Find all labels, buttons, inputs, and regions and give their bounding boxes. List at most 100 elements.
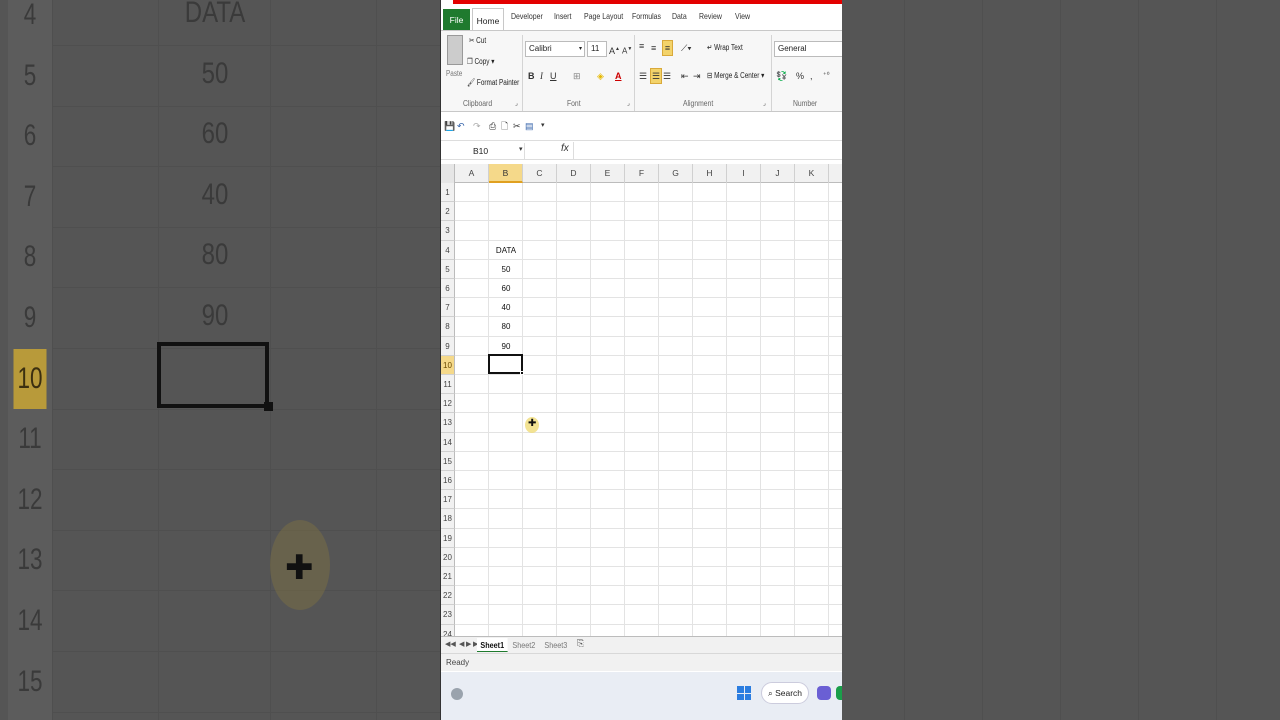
dialog-launcher-icon[interactable]: ⌟ (515, 97, 518, 111)
italic-button[interactable]: I (540, 69, 543, 83)
format-icon[interactable]: ▤ (525, 119, 534, 133)
cut-button[interactable]: ✂ Cut (469, 36, 486, 45)
sheet-tab-sheet2[interactable]: Sheet2 (509, 638, 539, 652)
font-color-icon[interactable]: A (615, 69, 622, 83)
windows-start-icon[interactable] (737, 686, 751, 700)
sheet-tab-sheet3[interactable]: Sheet3 (541, 638, 571, 652)
tab-formulas[interactable]: Formulas (632, 11, 661, 21)
percent-button[interactable]: % (796, 69, 804, 83)
row-header-9[interactable]: 9 (441, 336, 455, 356)
number-format-select[interactable]: General (774, 41, 842, 57)
taskbar-search-button[interactable]: ⌕ Search (761, 682, 809, 704)
row-header-10[interactable]: 10 (441, 355, 455, 375)
column-header-h[interactable]: H (693, 164, 727, 183)
bold-button[interactable]: B (528, 69, 535, 83)
column-header-d[interactable]: D (557, 164, 591, 183)
fill-handle[interactable] (520, 371, 524, 375)
column-header-f[interactable]: F (625, 164, 659, 183)
align-top-icon[interactable]: ≡ (639, 39, 644, 53)
align-bottom-icon[interactable]: ≡ (662, 40, 673, 56)
format-painter-button[interactable]: 🖌 Format Painter (467, 78, 519, 87)
row-header-21[interactable]: 21 (441, 567, 455, 587)
worksheet-grid[interactable]: ABCDEFGHIJK 1 2 3 4 5 6 7 8 9 10 11 12 13 14 15 16 17 18 1… (441, 164, 842, 636)
increase-decimal-icon[interactable]: ⁺⁰ (823, 69, 830, 83)
tab-file[interactable]: File (443, 9, 470, 31)
column-header-g[interactable]: G (659, 164, 693, 183)
merge-center-button[interactable]: ⊟ Merge & Center ▾ (707, 71, 764, 80)
name-box[interactable]: B10 (441, 143, 525, 159)
redo-icon[interactable]: ↷ (473, 119, 481, 133)
comma-button[interactable]: , (810, 69, 813, 83)
active-cell-selection[interactable] (488, 354, 523, 374)
insert-function-button[interactable]: fx (561, 143, 569, 154)
customize-qat-icon[interactable]: ▾ (541, 119, 545, 133)
weather-icon[interactable] (451, 688, 463, 700)
borders-icon[interactable]: ⊞ (573, 69, 581, 83)
column-header-j[interactable]: J (761, 164, 795, 183)
cut-icon[interactable]: ✂ (513, 119, 521, 133)
copy-button[interactable]: ❐ Copy ▾ (467, 57, 494, 66)
paste-button[interactable]: Paste (446, 69, 462, 78)
tab-page-layout[interactable]: Page Layout (584, 11, 623, 21)
increase-indent-icon[interactable]: ⇥ (693, 69, 701, 83)
column-header-i[interactable]: I (727, 164, 761, 183)
column-header-k[interactable]: K (795, 164, 829, 183)
chevron-down-icon[interactable]: ▾ (519, 143, 523, 157)
row-header-8[interactable]: 8 (441, 317, 455, 337)
row-header-6[interactable]: 6 (441, 279, 455, 299)
row-header-16[interactable]: 16 (441, 471, 455, 491)
column-header-e[interactable]: E (591, 164, 625, 183)
row-header-7[interactable]: 7 (441, 298, 455, 318)
tab-view[interactable]: View (735, 11, 750, 21)
fill-color-icon[interactable]: ◈ (597, 69, 604, 83)
font-name-select[interactable]: Calibri ▾ (525, 41, 585, 57)
print-preview-icon[interactable]: ⎙ (489, 119, 496, 133)
row-header-19[interactable]: 19 (441, 528, 455, 548)
first-sheet-icon[interactable]: ◀◀ (445, 640, 456, 648)
dialog-launcher-icon[interactable]: ⌟ (763, 97, 766, 111)
align-center-icon[interactable]: ☰ (650, 68, 662, 84)
column-header-b[interactable]: B (489, 164, 523, 183)
dialog-launcher-icon[interactable]: ⌟ (627, 97, 630, 111)
row-header-24[interactable]: 24 (441, 624, 455, 636)
next-sheet-icon[interactable]: ▶ (466, 640, 471, 648)
cell-b8[interactable]: 80 (489, 317, 523, 336)
row-header-18[interactable]: 18 (441, 509, 455, 529)
row-header-12[interactable]: 12 (441, 394, 455, 414)
row-header-5[interactable]: 5 (441, 259, 455, 279)
tab-review[interactable]: Review (699, 11, 722, 21)
cell-b5[interactable]: 50 (489, 260, 523, 279)
formula-input[interactable] (573, 142, 842, 160)
save-icon[interactable]: 💾 (444, 119, 455, 133)
new-file-icon[interactable]: 🗋 (501, 119, 508, 133)
chat-app-icon[interactable] (817, 686, 831, 700)
column-header-c[interactable]: C (523, 164, 557, 183)
grow-font-icon[interactable]: A▲ (609, 42, 620, 58)
decrease-indent-icon[interactable]: ⇤ (681, 69, 689, 83)
undo-icon[interactable]: ↶ (457, 119, 465, 133)
align-left-icon[interactable]: ☰ (639, 69, 647, 83)
tab-insert[interactable]: Insert (554, 11, 571, 21)
tab-home[interactable]: Home (472, 8, 504, 32)
tab-data[interactable]: Data (672, 11, 687, 21)
align-right-icon[interactable]: ☰ (663, 69, 671, 83)
row-header-3[interactable]: 3 (441, 221, 455, 241)
row-header-15[interactable]: 15 (441, 451, 455, 471)
row-header-1[interactable]: 1 (441, 183, 455, 203)
taskbar-app-icon[interactable] (836, 686, 842, 700)
prev-sheet-icon[interactable]: ◀ (459, 640, 464, 648)
sheet-tab-sheet1[interactable]: Sheet1 (477, 638, 508, 652)
column-header-a[interactable]: A (455, 164, 489, 183)
row-header-20[interactable]: 20 (441, 547, 455, 567)
row-header-14[interactable]: 14 (441, 432, 455, 452)
shrink-font-icon[interactable]: A▼ (622, 42, 632, 59)
font-size-select[interactable]: 11 (587, 41, 607, 57)
insert-sheet-icon[interactable]: ⎘ (577, 638, 584, 649)
select-all-corner[interactable] (441, 164, 455, 183)
cell-b4[interactable]: DATA (489, 241, 523, 260)
cell-b9[interactable]: 90 (489, 337, 523, 356)
row-header-13[interactable]: 13 (441, 413, 455, 433)
currency-icon[interactable]: 💱 (776, 69, 787, 83)
align-middle-icon[interactable]: ≡ (651, 41, 656, 55)
cell-b7[interactable]: 40 (489, 298, 523, 317)
